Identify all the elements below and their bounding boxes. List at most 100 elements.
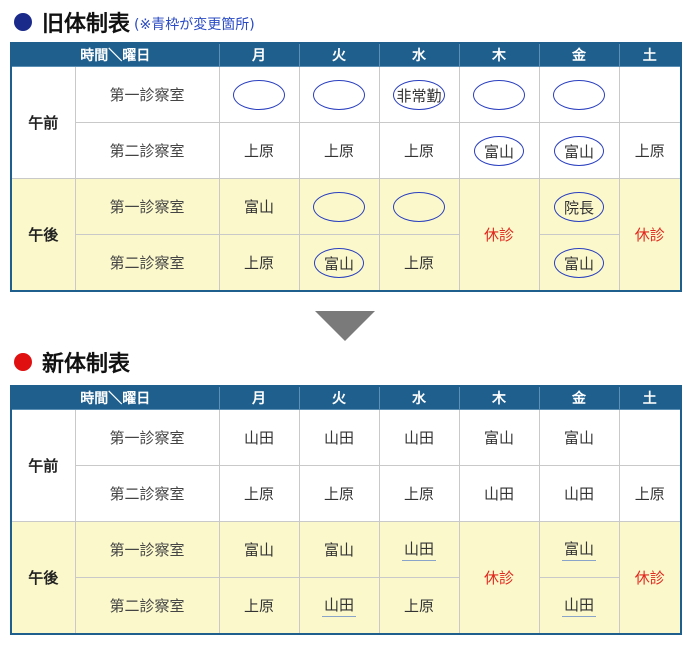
doctor-cell: 山田 bbox=[458, 465, 540, 522]
doctor-name: 山田 bbox=[403, 429, 434, 447]
doctor-cell: 山田 bbox=[378, 409, 460, 466]
old-schedule-title: 旧体制表 (※青枠が変更箇所) bbox=[14, 4, 255, 40]
doctor-name: 上原 bbox=[243, 254, 274, 272]
header-day: 木 bbox=[458, 42, 540, 67]
doctor-name: 上原 bbox=[634, 485, 665, 503]
closed-cell: 休診 bbox=[458, 521, 540, 635]
header-day: 金 bbox=[538, 42, 620, 67]
doctor-cell bbox=[538, 66, 620, 123]
doctor-cell: 山田 bbox=[298, 409, 380, 466]
doctor-cell: 上原 bbox=[218, 577, 300, 635]
header-day: 木 bbox=[458, 385, 540, 410]
doctor-cell: 山田 bbox=[298, 577, 380, 635]
doctor-cell: 富山 bbox=[458, 122, 540, 179]
doctor-name: 上原 bbox=[403, 485, 434, 503]
doctor-name: 富山 bbox=[561, 538, 596, 561]
changed-marker-oval bbox=[313, 191, 365, 222]
closed-cell: 休診 bbox=[618, 521, 682, 635]
room-label: 第二診察室 bbox=[74, 465, 220, 522]
doctor-cell bbox=[378, 178, 460, 235]
doctor-cell bbox=[298, 66, 380, 123]
red-dot-icon bbox=[14, 353, 32, 371]
doctor-cell: 富山 bbox=[538, 521, 620, 578]
doctor-cell: 上原 bbox=[218, 234, 300, 292]
room-label: 第二診察室 bbox=[74, 577, 220, 635]
schedule-row: 午前 第一診察室 山田 山田 山田 富山 富山 bbox=[10, 409, 682, 522]
header-day: 金 bbox=[538, 385, 620, 410]
doctor-cell: 上原 bbox=[218, 122, 300, 179]
schedule-row: 第二診察室 上原 上原 上原 山田 山田 上原 bbox=[11, 465, 682, 522]
period-label: 午後 bbox=[10, 521, 76, 635]
doctor-cell bbox=[618, 66, 682, 123]
doctor-cell: 富山 bbox=[298, 521, 380, 578]
room-label: 第二診察室 bbox=[74, 122, 220, 179]
changed-marker-oval: 富山 bbox=[474, 135, 524, 166]
doctor-name: 上原 bbox=[403, 597, 434, 615]
period-label: 午前 bbox=[10, 409, 76, 522]
old-schedule-table: 時間＼曜日月火水木金土午前 第一診察室 非常勤 第二診察室 上原 上原 上原 富山 富山 上原 午後… bbox=[10, 42, 682, 292]
header-corner: 時間＼曜日 bbox=[10, 42, 220, 67]
room-label: 第一診察室 bbox=[74, 409, 220, 466]
doctor-cell: 非常勤 bbox=[378, 66, 460, 123]
doctor-name: 上原 bbox=[403, 142, 434, 160]
doctor-name: 山田 bbox=[401, 538, 436, 561]
changed-marker-oval: 富山 bbox=[554, 247, 604, 278]
doctor-cell bbox=[218, 66, 300, 123]
schedule-row: 午後 第一診察室 富山 休診 院長 休診 bbox=[10, 178, 682, 292]
doctor-cell: 富山 bbox=[458, 409, 540, 466]
schedule-row: 第二診察室 上原 上原 上原 富山 富山 上原 bbox=[11, 122, 682, 179]
doctor-name: 上原 bbox=[323, 485, 354, 503]
doctor-cell: 上原 bbox=[618, 122, 682, 179]
changed-marker-oval: 富山 bbox=[554, 135, 604, 166]
doctor-name: 富山 bbox=[243, 198, 274, 216]
doctor-name: 上原 bbox=[243, 142, 274, 160]
doctor-cell: 上原 bbox=[298, 465, 380, 522]
down-arrow-icon bbox=[315, 311, 375, 341]
doctor-name: 上原 bbox=[243, 485, 274, 503]
old-title-text: 旧体制表 bbox=[42, 12, 131, 37]
doctor-name: 山田 bbox=[561, 594, 596, 617]
doctor-cell: 富山 bbox=[538, 122, 620, 179]
blue-dot-icon bbox=[14, 13, 32, 31]
doctor-name: 山田 bbox=[483, 485, 514, 503]
header-day: 月 bbox=[218, 42, 300, 67]
schedule-row: 午後 第一診察室 富山 富山 山田 休診 富山 休診 bbox=[10, 521, 682, 635]
doctor-name: 山田 bbox=[321, 594, 356, 617]
header-day: 水 bbox=[378, 385, 460, 410]
new-schedule-table: 時間＼曜日月火水木金土午前 第一診察室 山田 山田 山田 富山 富山 第二診察室 上原 上原 上原山… bbox=[10, 385, 682, 635]
doctor-cell: 山田 bbox=[538, 577, 620, 635]
header-corner: 時間＼曜日 bbox=[10, 385, 220, 410]
period-label: 午前 bbox=[10, 66, 76, 179]
changed-marker-oval: 非常勤 bbox=[393, 79, 445, 110]
room-label: 第一診察室 bbox=[74, 66, 220, 123]
doctor-cell: 山田 bbox=[378, 521, 460, 578]
doctor-name: 上原 bbox=[323, 142, 354, 160]
doctor-name: 上原 bbox=[243, 597, 274, 615]
doctor-cell: 富山 bbox=[538, 409, 620, 466]
doctor-name: 山田 bbox=[323, 429, 354, 447]
header-day: 土 bbox=[618, 385, 682, 410]
schedule-row: 午前 第一診察室 非常勤 bbox=[10, 66, 682, 179]
room-label: 第一診察室 bbox=[74, 178, 220, 235]
doctor-name: 富山 bbox=[563, 429, 594, 447]
changed-marker-oval bbox=[233, 79, 285, 110]
header-day: 水 bbox=[378, 42, 460, 67]
schedule-row: 第二診察室 上原 富山 上原 富山 bbox=[11, 234, 681, 292]
doctor-cell: 山田 bbox=[218, 409, 300, 466]
doctor-name: 上原 bbox=[403, 254, 434, 272]
doctor-cell: 上原 bbox=[378, 465, 460, 522]
doctor-cell: 上原 bbox=[378, 122, 460, 179]
doctor-name: 上原 bbox=[634, 142, 665, 160]
closed-cell: 休診 bbox=[618, 178, 682, 292]
doctor-cell: 上原 bbox=[218, 465, 300, 522]
doctor-cell: 富山 bbox=[298, 234, 380, 292]
doctor-name: 富山 bbox=[243, 541, 274, 559]
closed-cell: 休診 bbox=[458, 178, 540, 292]
room-label: 第一診察室 bbox=[74, 521, 220, 578]
doctor-cell: 上原 bbox=[618, 465, 682, 522]
doctor-cell: 上原 bbox=[378, 234, 460, 292]
doctor-name: 山田 bbox=[243, 429, 274, 447]
doctor-name: 山田 bbox=[563, 485, 594, 503]
doctor-cell: 山田 bbox=[538, 465, 620, 522]
period-label: 午後 bbox=[10, 178, 76, 292]
